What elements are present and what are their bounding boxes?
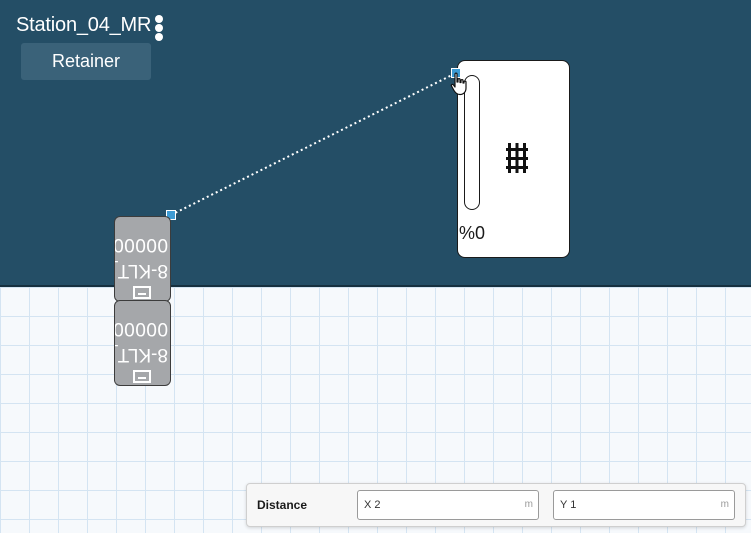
bin-item[interactable]: 000000 8-KLT_	[114, 300, 171, 386]
rack-icon	[506, 143, 528, 173]
station-title: Station_04_MR	[16, 14, 152, 36]
distance-label: Distance	[257, 498, 308, 512]
retainer-button[interactable]: Retainer	[21, 43, 151, 80]
station-area[interactable]: Station_04_MR Retainer	[0, 0, 751, 287]
distance-x-unit: m	[524, 499, 533, 510]
distance-panel: Distance X 2 m Y 1 m	[246, 483, 746, 527]
bin-icon	[133, 370, 151, 383]
hand-pointer-icon	[450, 72, 467, 96]
bin-item[interactable]: 000000 8-KLT_	[114, 216, 171, 302]
bin-id: 000000	[115, 234, 168, 255]
layout-canvas[interactable]: Station_04_MR Retainer 0% 000000	[0, 0, 751, 533]
distance-y-field[interactable]: Y 1 m	[553, 490, 735, 520]
distance-y-unit: m	[720, 499, 729, 510]
bin-type: 8-KLT_	[115, 344, 168, 365]
distance-y-value: Y 1	[560, 499, 577, 511]
kebab-vertical-icon[interactable]	[154, 15, 164, 41]
bin-icon	[133, 286, 151, 299]
bin-type: 8-KLT_	[115, 260, 168, 281]
distance-x-value: X 2	[364, 499, 381, 511]
bin-id: 000000	[115, 318, 168, 339]
distance-x-field[interactable]: X 2 m	[357, 490, 539, 520]
fill-percent-label: 0%	[458, 222, 485, 242]
device-module[interactable]: 0%	[457, 60, 570, 258]
